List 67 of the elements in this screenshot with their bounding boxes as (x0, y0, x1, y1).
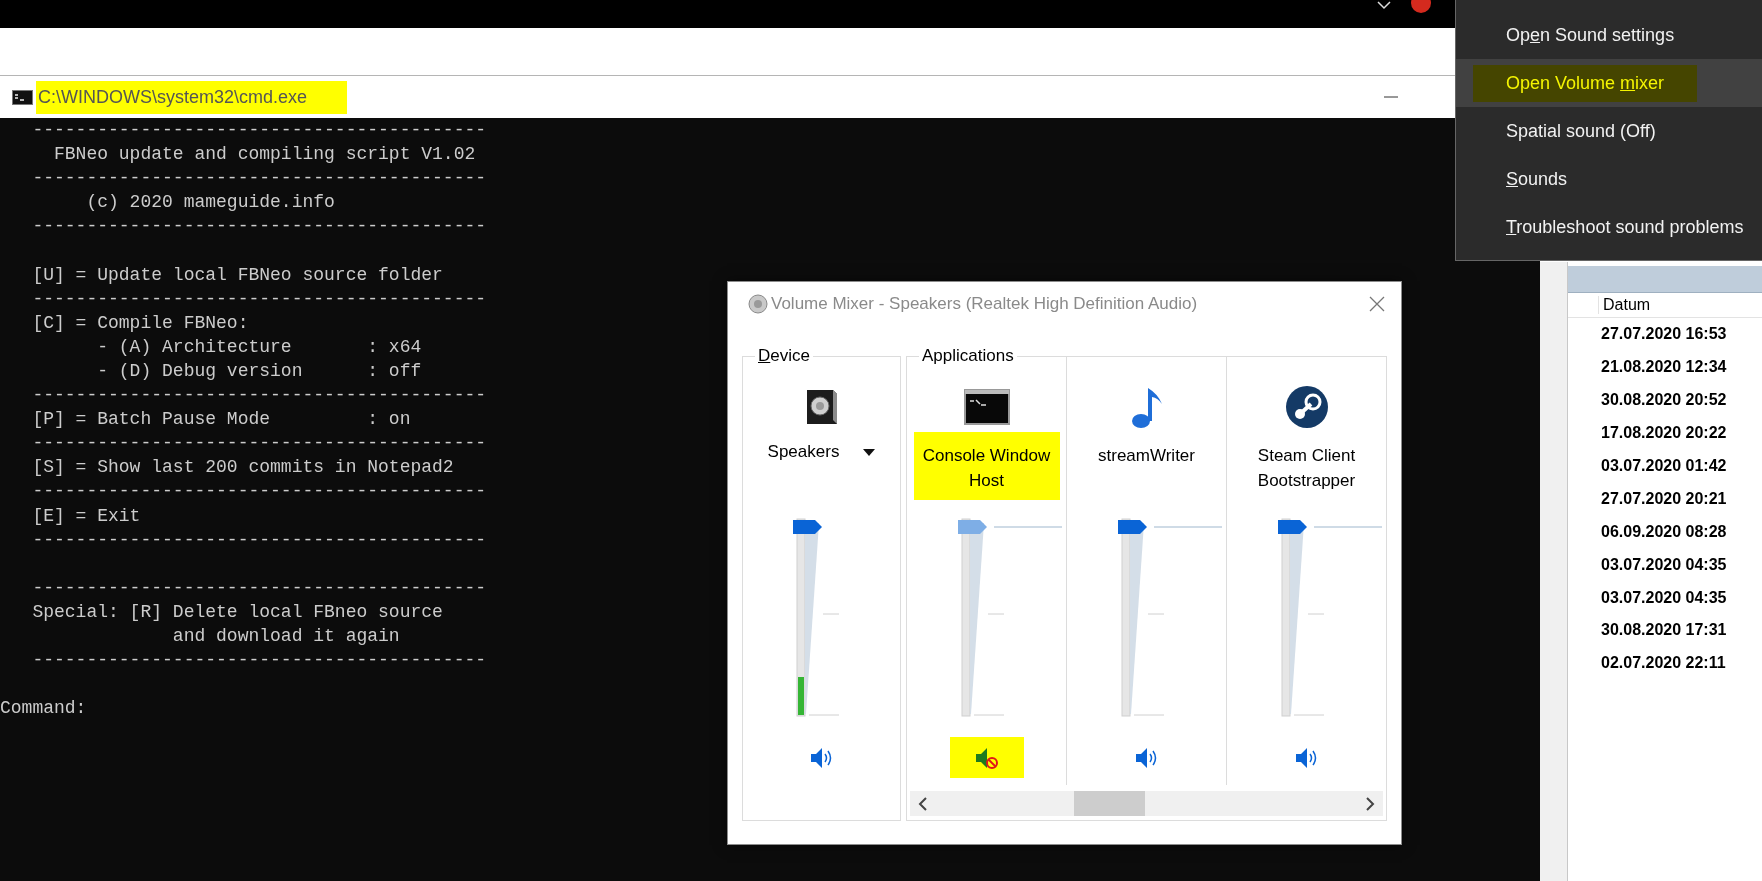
date-cell: 06.09.2020 08:28 (1601, 522, 1727, 541)
group-label: Device (755, 346, 813, 366)
console-line: ------------------------------------------ (31, 432, 487, 456)
app-name: streamWriter (1097, 445, 1196, 467)
master-level-line (992, 526, 1062, 528)
speaker-disc-icon (747, 293, 769, 315)
console-line: [U] = Update local FBNeo source folder (31, 263, 443, 287)
column-header[interactable]: Datum (1598, 296, 1651, 314)
console-line: ------------------------------------------ (31, 287, 487, 311)
music-note-icon (1129, 385, 1164, 429)
close-icon[interactable] (1369, 296, 1385, 312)
menu-item[interactable]: Spatial sound (Off) (1456, 107, 1762, 155)
console-line: and download it again (171, 624, 400, 648)
window-title: Volume Mixer - Speakers (Realtek High Definition Audio) (771, 294, 1198, 314)
date-cell: 17.08.2020 20:22 (1601, 424, 1727, 443)
date-cell: 27.07.2020 20:21 (1601, 489, 1727, 508)
app-name: Console Window Host (913, 432, 1060, 500)
console-line: ------------------------------------------ (31, 528, 487, 552)
group-label: Applications (919, 346, 1017, 366)
master-level-line (1312, 526, 1382, 528)
console-line: - (A) Architecture : x64 (96, 335, 422, 359)
device-dropdown[interactable]: Speakers (761, 434, 882, 470)
date-cell: 21.08.2020 12:34 (1601, 358, 1727, 377)
menu-item[interactable]: Open Volume mixer (1456, 59, 1762, 107)
master-level-line (1152, 526, 1222, 528)
mute-button[interactable] (949, 737, 1024, 778)
console-line: [E] = Exit (31, 504, 141, 528)
date-cell: 03.07.2020 01:42 (1601, 457, 1727, 475)
chevron-icon[interactable] (1377, 1, 1391, 10)
menu-item[interactable]: Sounds (1456, 155, 1762, 203)
date-cell: 30.08.2020 20:52 (1601, 391, 1727, 410)
date-cell: 02.07.2020 22:11 (1601, 654, 1726, 673)
horizontal-scrollbar[interactable] (910, 791, 1383, 816)
app-logo-icon (1284, 385, 1329, 429)
app-name: Steam Client Bootstrapper (1256, 445, 1357, 492)
console-line: ------------------------------------------ (31, 649, 487, 673)
console-line: [P] = Batch Pause Mode : on (31, 408, 411, 432)
console-line: ------------------------------------------ (31, 384, 487, 408)
scroll-right-icon[interactable] (1366, 796, 1375, 811)
dropdown-caret-icon (863, 448, 876, 456)
console-line: [C] = Compile FBNeo: (31, 311, 249, 335)
console-line: ------------------------------------------ (31, 576, 487, 600)
console-line: Command: (0, 697, 87, 721)
date-cell: 30.08.2020 17:31 (1601, 621, 1727, 640)
menu-item[interactable]: Troubleshoot sound problems (1456, 203, 1762, 251)
date-cell: 03.07.2020 04:35 (1601, 588, 1727, 607)
window-title: C:\WINDOWS\system32\cmd.exe (36, 80, 348, 114)
date-cell: 03.07.2020 04:35 (1601, 555, 1727, 574)
scroll-thumb[interactable] (1074, 791, 1145, 817)
console-line: ------------------------------------------ (31, 480, 487, 504)
volume-thumb[interactable] (792, 520, 822, 534)
console-line: - (D) Debug version : off (96, 359, 422, 383)
console-line: Special: [R] Delete local FBneo source (31, 600, 443, 624)
console-icon (12, 89, 33, 105)
volume-thumb[interactable] (1277, 520, 1307, 534)
menu-item[interactable]: Open Sound settings (1456, 11, 1762, 59)
console-line: (c) 2020 mameguide.info (85, 191, 335, 215)
console-line: ------------------------------------------ (31, 215, 487, 239)
console-line: [S] = Show last 200 commits in Notepad2 (31, 456, 454, 480)
volume-thumb[interactable] (957, 520, 987, 534)
scroll-left-icon[interactable] (918, 796, 927, 811)
date-cell: 27.07.2020 16:53 (1601, 325, 1727, 344)
volume-thumb[interactable] (1117, 520, 1147, 534)
console-line: ------------------------------------------ (31, 167, 487, 191)
console-line: ------------------------------------------ (31, 119, 487, 142)
badge-icon[interactable] (1410, 0, 1432, 14)
console-line: FBNeo update and compiling script V1.02 (53, 143, 476, 167)
